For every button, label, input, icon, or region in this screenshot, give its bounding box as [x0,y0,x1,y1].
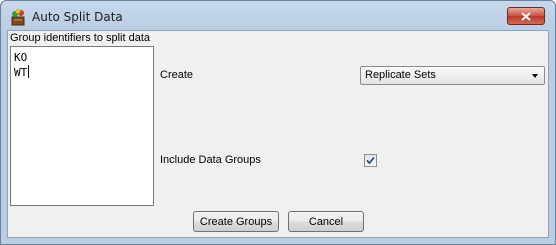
close-button[interactable] [507,7,545,25]
text-caret [28,65,30,78]
group-identifiers-textarea[interactable]: KO WT [10,46,154,206]
checkmark-icon [366,156,375,165]
group-identifiers-label: Group identifiers to split data [10,32,151,44]
include-data-groups-label: Include Data Groups [160,154,261,166]
close-icon [521,11,531,21]
cancel-button[interactable]: Cancel [288,211,364,232]
dialog-body: Group identifiers to split data KO WT Cr… [7,30,549,238]
group-identifier-line: KO [14,51,28,64]
window-title: Auto Split Data [32,10,123,24]
create-select[interactable]: Replicate Sets [360,66,545,85]
group-identifier-line: WT [14,65,30,79]
create-groups-button[interactable]: Create Groups [193,211,279,232]
include-data-groups-checkbox[interactable] [364,154,377,167]
title-bar[interactable]: Auto Split Data [1,1,555,31]
dropdown-arrow-icon [532,74,538,78]
create-label: Create [160,69,194,81]
dialog-window: Auto Split Data Group identifiers to spl… [0,0,556,245]
app-icon [9,8,27,26]
create-select-value: Replicate Sets [365,69,436,81]
